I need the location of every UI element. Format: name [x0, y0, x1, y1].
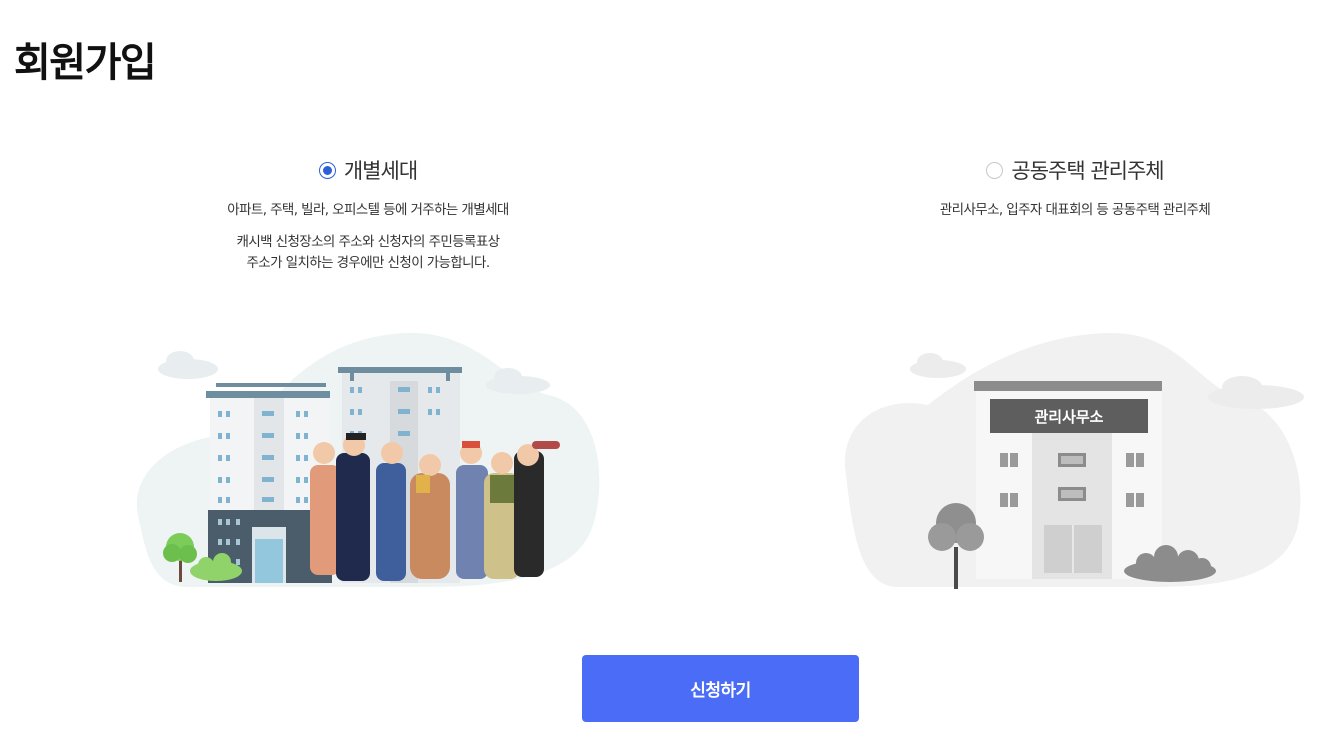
individual-household-option: 개별세대 아파트, 주택, 빌라, 오피스텔 등에 거주하는 개별세대 캐시백 … [88, 150, 648, 275]
individual-household-note: 캐시백 신청장소의 주소와 신청자의 주민등록표상 주소가 일치하는 경우에만 … [88, 232, 648, 275]
individual-household-label[interactable]: 개별세대 [344, 155, 418, 185]
management-entity-radio-row[interactable]: 공동주택 관리주체 [795, 150, 1339, 190]
management-entity-option: 공동주택 관리주체 관리사무소, 입주자 대표회의 등 공동주택 관리주체 [795, 150, 1339, 222]
individual-household-description: 아파트, 주택, 빌라, 오피스텔 등에 거주하는 개별세대 [227, 202, 509, 218]
page-title: 회원가입 [14, 40, 157, 86]
note-line-1: 캐시백 신청장소의 주소와 신청자의 주민등록표상 [236, 233, 501, 250]
individual-household-radio[interactable] [318, 161, 336, 179]
office-sign-text: 관리사무소 [1034, 408, 1103, 426]
individual-household-radio-row[interactable]: 개별세대 [88, 150, 648, 190]
management-entity-radio[interactable] [986, 161, 1004, 179]
note-line-2: 주소가 일치하는 경우에만 신청이 가능합니다. [246, 255, 490, 272]
apartment-residents-illustration[interactable] [128, 325, 608, 595]
management-office-illustration[interactable]: 관리사무소 [838, 325, 1308, 595]
management-entity-description: 관리사무소, 입주자 대표회의 등 공동주택 관리주체 [939, 202, 1211, 218]
office-sign: 관리사무소 [990, 399, 1148, 433]
apply-button[interactable]: 신청하기 [582, 655, 859, 722]
management-entity-label[interactable]: 공동주택 관리주체 [1011, 155, 1164, 185]
